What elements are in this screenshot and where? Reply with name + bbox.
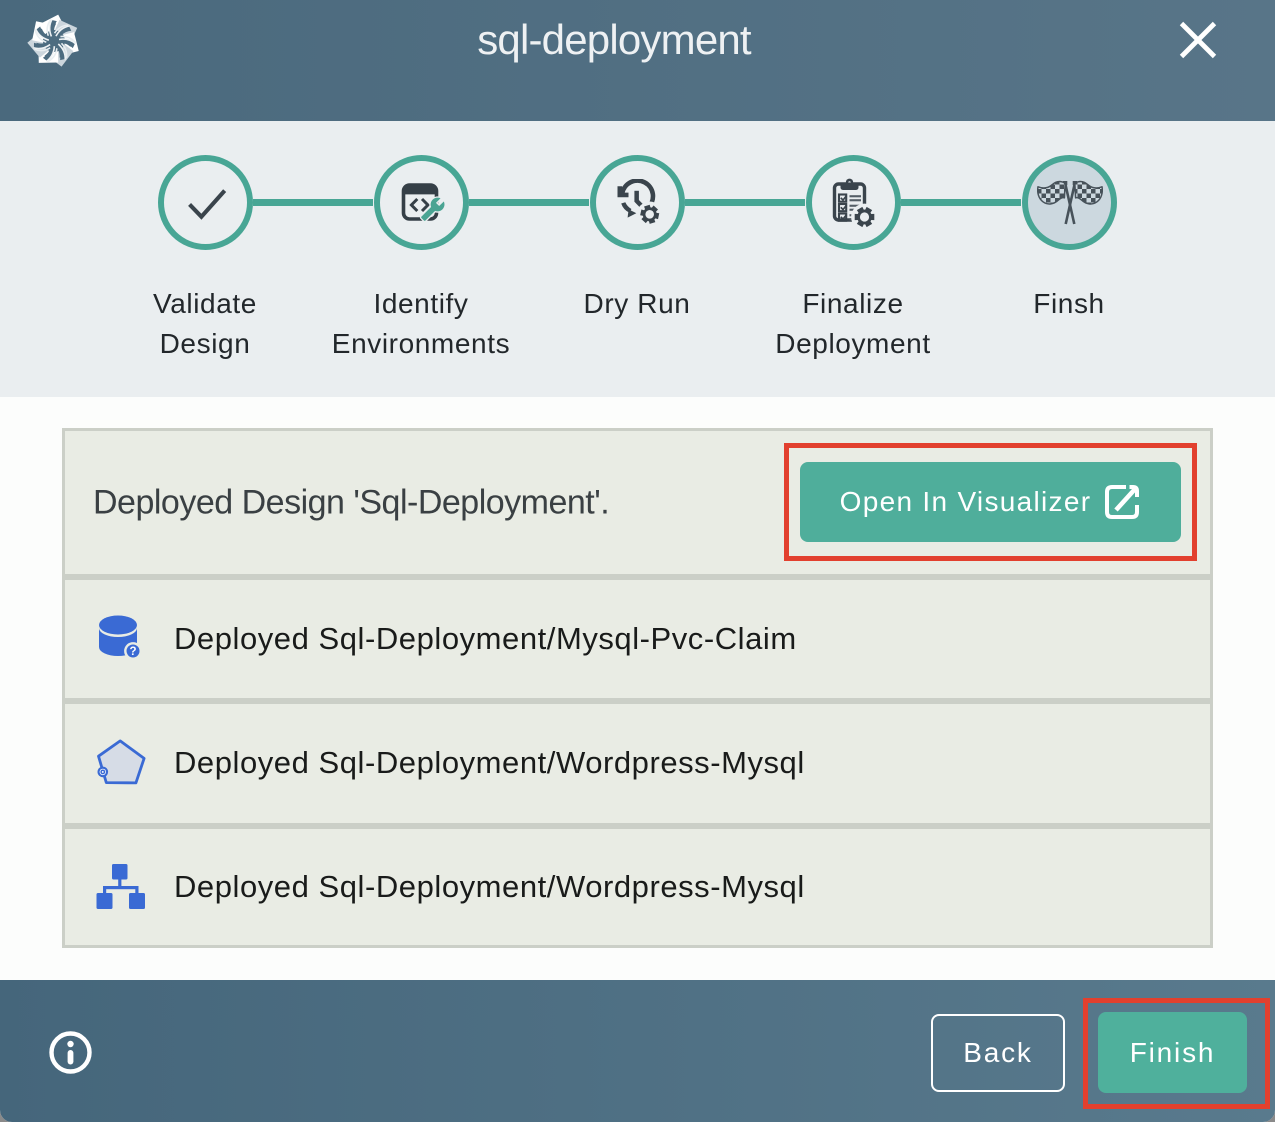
svg-text:?: ? [129, 646, 136, 658]
